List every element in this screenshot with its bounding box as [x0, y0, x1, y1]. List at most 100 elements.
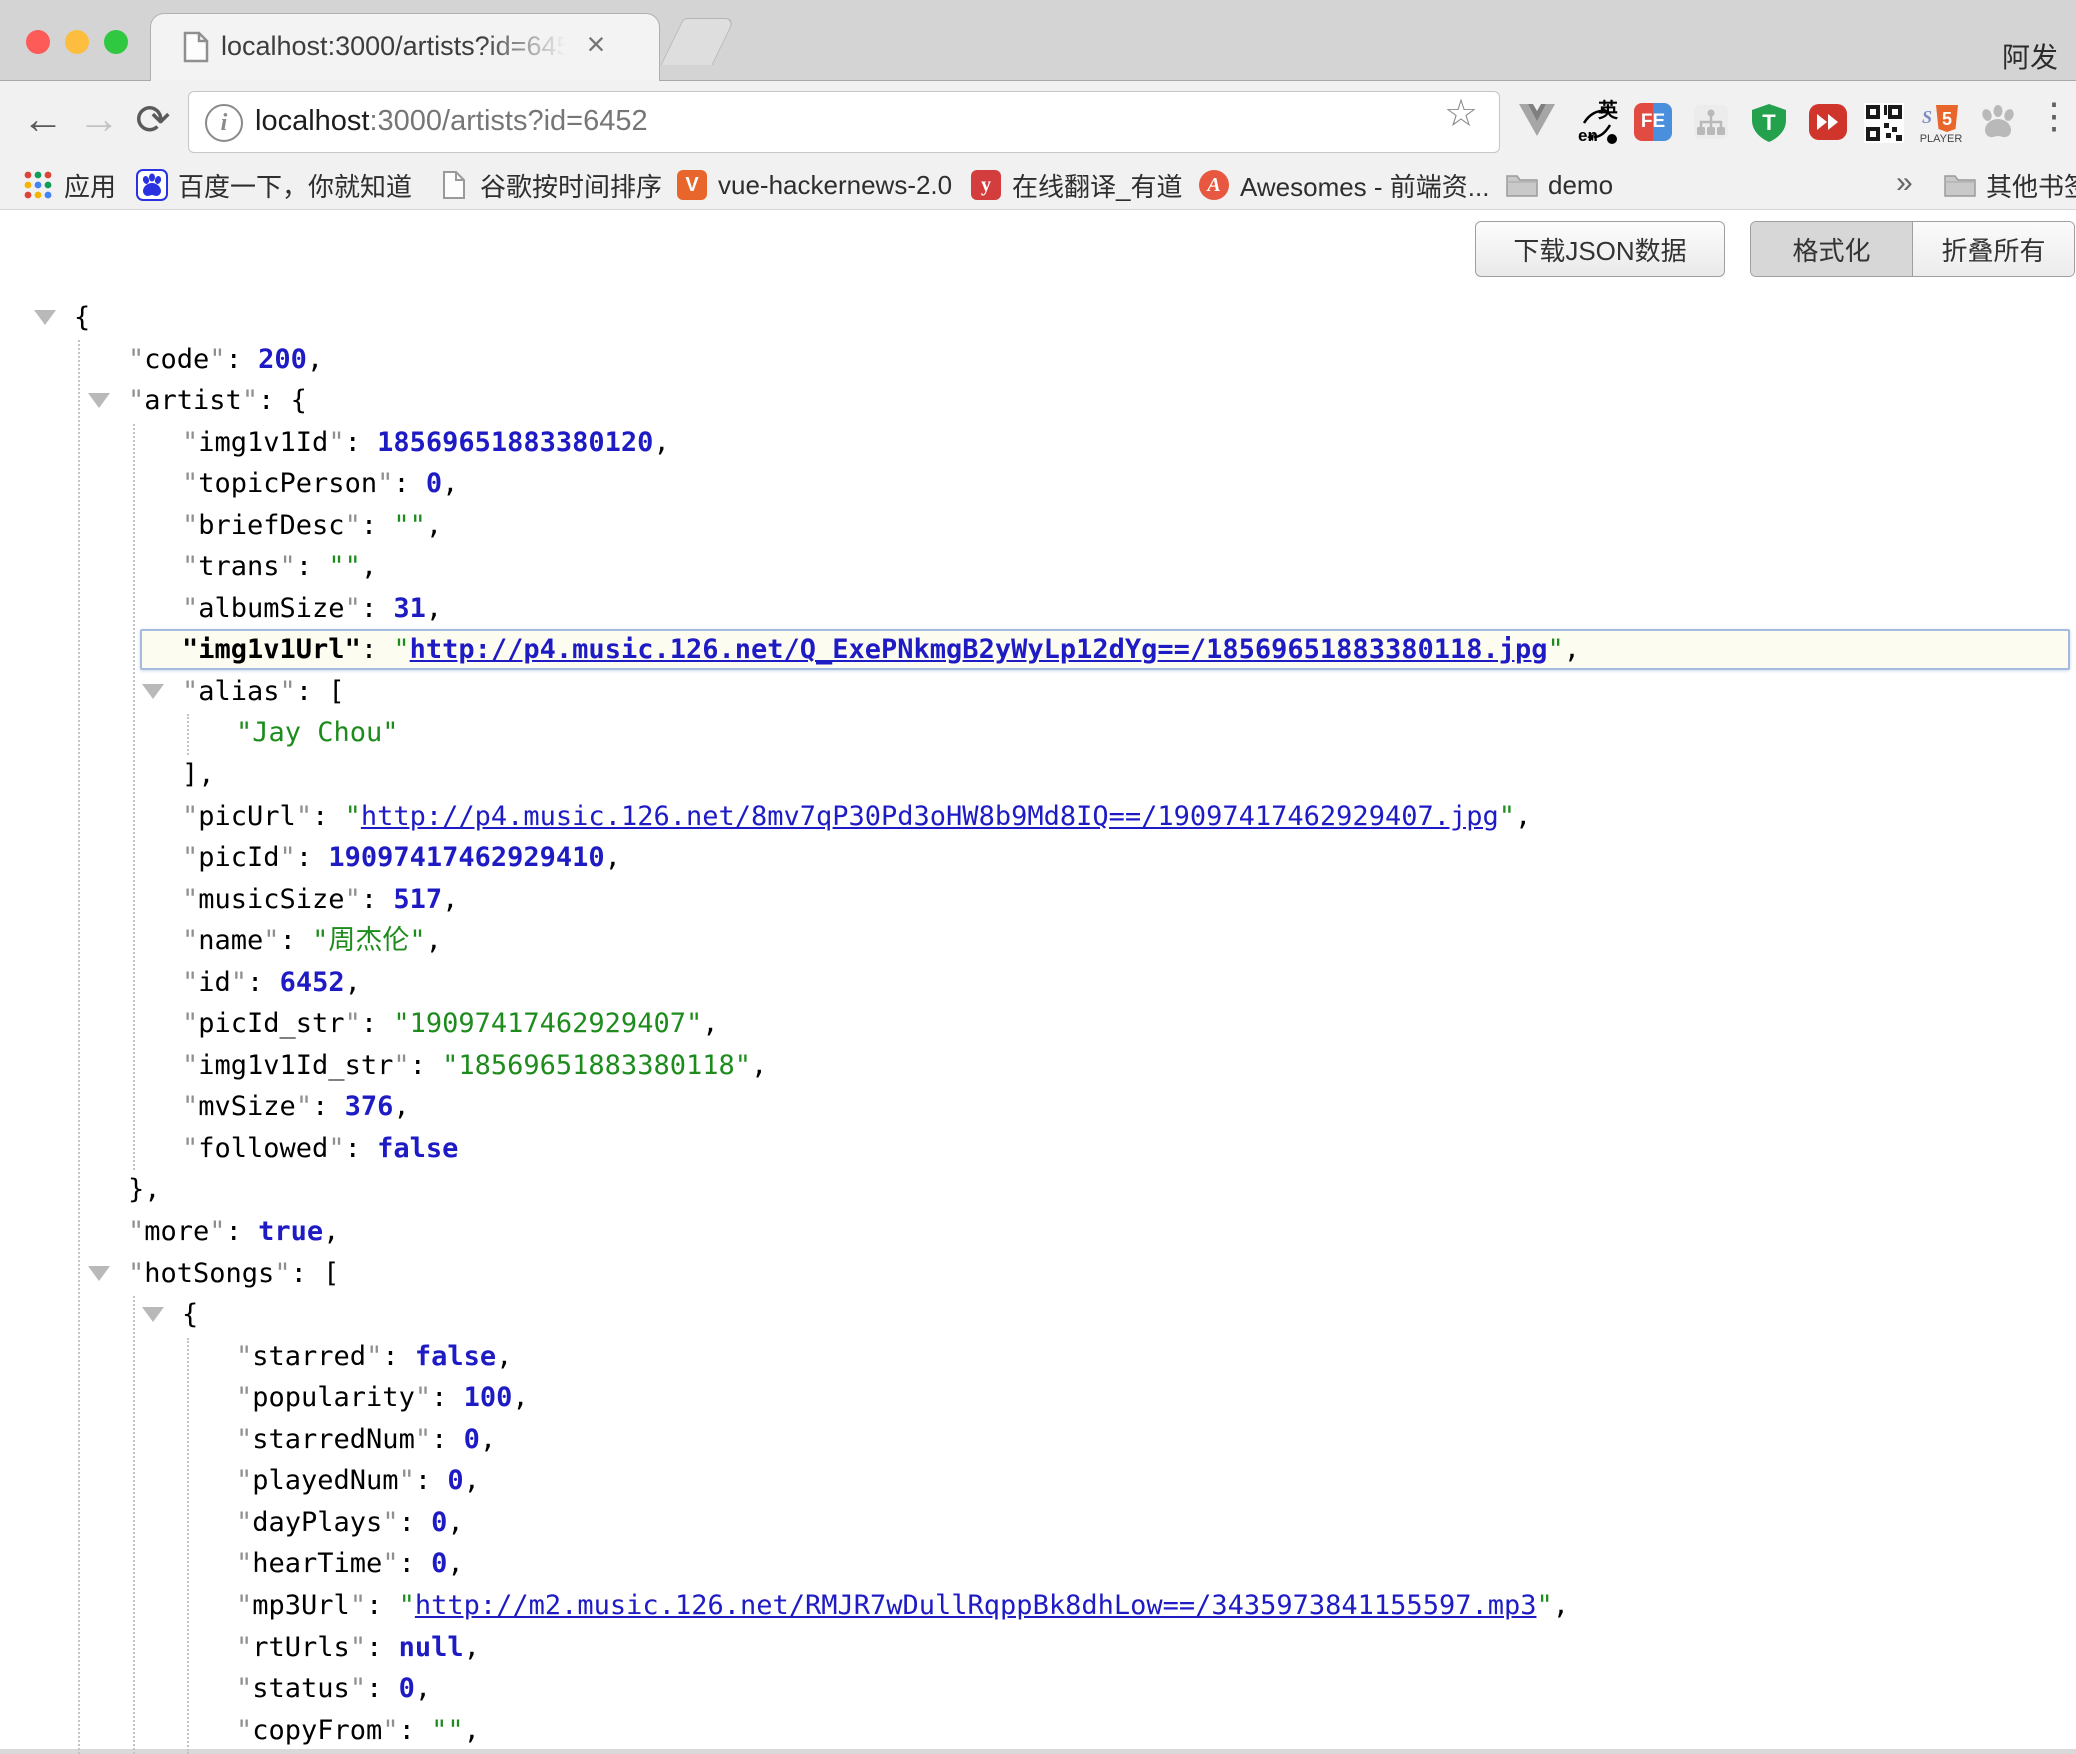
json-value-number: 19097417462929410	[328, 842, 604, 873]
fast-forward-extension-icon[interactable]	[1808, 103, 1846, 141]
back-button[interactable]: ←	[18, 95, 68, 143]
baidu-paw-icon	[136, 169, 168, 201]
paw-extension-icon[interactable]	[1978, 103, 2016, 141]
json-line: "popularity": 100,	[0, 1377, 2076, 1419]
tab-close-icon[interactable]: ×	[576, 26, 616, 63]
bookmark-star-icon[interactable]: ☆	[1444, 91, 1478, 136]
bookmark-vue-hackernews[interactable]: V vue-hackernews-2.0	[676, 168, 952, 202]
json-key: picId_str	[198, 1008, 344, 1039]
profile-name[interactable]: 阿发	[2002, 36, 2058, 76]
bookmark-youdao[interactable]: y 在线翻译_有道	[970, 168, 1182, 202]
indent-guide	[133, 424, 135, 1170]
sitemap-extension-icon[interactable]	[1692, 103, 1730, 141]
reload-button[interactable]: ⟳	[128, 95, 178, 144]
json-line: "artist": {	[0, 380, 2076, 422]
json-key: img1v1Id	[198, 427, 328, 458]
bookmarks-overflow-chevron[interactable]: »	[1896, 166, 1913, 200]
json-line: "topicPerson": 0,	[0, 463, 2076, 505]
json-key: trans	[198, 551, 279, 582]
collapse-toggle-icon[interactable]	[88, 393, 110, 408]
bookmark-google-sort[interactable]: 谷歌按时间排序	[438, 168, 662, 202]
new-tab-button[interactable]	[661, 18, 736, 65]
tampermonkey-shield-extension-icon[interactable]: T	[1750, 103, 1788, 141]
json-line: "picId": 19097417462929410,	[0, 837, 2076, 879]
bookmark-folder-demo[interactable]: demo	[1506, 168, 1613, 202]
bookmark-apps[interactable]: 应用	[22, 168, 116, 202]
bookmark-baidu[interactable]: 百度一下，你就知道	[136, 168, 412, 202]
json-value-string: ""	[431, 1715, 464, 1746]
page-icon	[438, 169, 470, 201]
json-key: picUrl	[198, 801, 296, 832]
json-line: "id": 6452,	[0, 962, 2076, 1004]
page-info-icon[interactable]: i	[205, 104, 243, 142]
json-line: "mvSize": 376,	[0, 1086, 2076, 1128]
other-bookmarks-folder[interactable]: 其他书签	[1944, 168, 2076, 202]
json-value-number: 31	[393, 593, 426, 624]
window-zoom-button[interactable]	[104, 30, 128, 54]
window-close-button[interactable]	[26, 30, 50, 54]
browser-menu-icon[interactable]: ⋮	[2036, 95, 2072, 137]
bookmark-awesomes[interactable]: A Awesomes - 前端资...	[1198, 168, 1489, 202]
json-key: playedNum	[252, 1465, 398, 1496]
awesomes-icon: A	[1198, 169, 1230, 201]
collapse-toggle-icon[interactable]	[88, 1266, 110, 1281]
collapse-toggle-icon[interactable]	[34, 310, 56, 325]
translate-extension-icon[interactable]: 英 en	[1576, 99, 1614, 137]
bookmark-label: 应用	[64, 167, 116, 204]
json-line: "more": true,	[0, 1211, 2076, 1253]
json-value-number: 200	[258, 344, 307, 375]
json-line: ],	[0, 754, 2076, 796]
folder-icon	[1944, 169, 1976, 201]
svg-text:5: 5	[1942, 109, 1952, 129]
format-button[interactable]: 格式化	[1751, 222, 1913, 276]
json-value-number: 18569651883380120	[377, 427, 653, 458]
json-key: rtUrls	[252, 1632, 350, 1663]
json-line: "starred": false,	[0, 1336, 2076, 1378]
json-key: alias	[198, 676, 279, 707]
json-value-string: "19097417462929407"	[393, 1008, 702, 1039]
json-line: "status": 0,	[0, 1668, 2076, 1710]
vue-devtools-extension-icon[interactable]	[1518, 103, 1556, 141]
json-line: "mp3Url": "http://m2.music.126.net/RMJR7…	[0, 1585, 2076, 1627]
html5-player-extension-icon[interactable]: S 5 PLAYER	[1920, 101, 1958, 139]
json-key: hearTime	[252, 1548, 382, 1579]
json-value-string: ""	[328, 551, 361, 582]
fe-extension-icon[interactable]: FE	[1634, 103, 1672, 141]
json-value-number: null	[399, 1632, 464, 1663]
window-minimize-button[interactable]	[65, 30, 89, 54]
collapse-all-button[interactable]: 折叠所有	[1913, 222, 2074, 276]
vue-orange-icon: V	[676, 169, 708, 201]
other-bookmarks-label: 其他书签	[1986, 167, 2076, 204]
collapse-toggle-icon[interactable]	[142, 1307, 164, 1322]
address-bar[interactable]: i localhost:3000/artists?id=6452	[188, 91, 1500, 153]
json-value-number: true	[258, 1216, 323, 1247]
json-value-url-link[interactable]: http://p4.music.126.net/Q_ExePNkmgB2yWyL…	[410, 634, 1548, 665]
json-key: followed	[198, 1133, 328, 1164]
json-key: albumSize	[198, 593, 344, 624]
json-line: "albumSize": 31,	[0, 588, 2076, 630]
collapse-toggle-icon[interactable]	[142, 684, 164, 699]
json-line-highlighted: "img1v1Url": "http://p4.music.126.net/Q_…	[0, 629, 2076, 671]
json-line: "img1v1Id_str": "18569651883380118",	[0, 1045, 2076, 1087]
download-json-button[interactable]: 下载JSON数据	[1475, 221, 1725, 277]
json-key: mvSize	[198, 1091, 296, 1122]
json-value-number: 0	[431, 1507, 447, 1538]
json-value-url-link[interactable]: http://m2.music.126.net/RMJR7wDullRqppBk…	[415, 1590, 1537, 1621]
url-path: :3000/artists?id=6452	[369, 105, 647, 137]
url-text[interactable]: localhost:3000/artists?id=6452	[255, 105, 648, 138]
json-key: mp3Url	[252, 1590, 350, 1621]
apps-grid-icon	[22, 169, 54, 201]
json-line: "code": 200,	[0, 339, 2076, 381]
qr-code-extension-icon[interactable]	[1864, 103, 1902, 141]
json-key: name	[198, 925, 263, 956]
json-value-string: ""	[393, 510, 426, 541]
json-key: popularity	[252, 1382, 415, 1413]
json-value-url-link[interactable]: http://p4.music.126.net/8mv7qP30Pd3oHW8b…	[361, 801, 1499, 832]
json-key: artist	[144, 385, 242, 416]
json-line: "hotSongs": [	[0, 1253, 2076, 1295]
json-value-string: "Jay Chou"	[236, 717, 399, 748]
browser-tab[interactable]: localhost:3000/artists?id=645 ×	[150, 13, 660, 82]
json-line: "img1v1Id": 18569651883380120,	[0, 422, 2076, 464]
json-line: "alias": [	[0, 671, 2076, 713]
indent-guide	[78, 340, 80, 1754]
